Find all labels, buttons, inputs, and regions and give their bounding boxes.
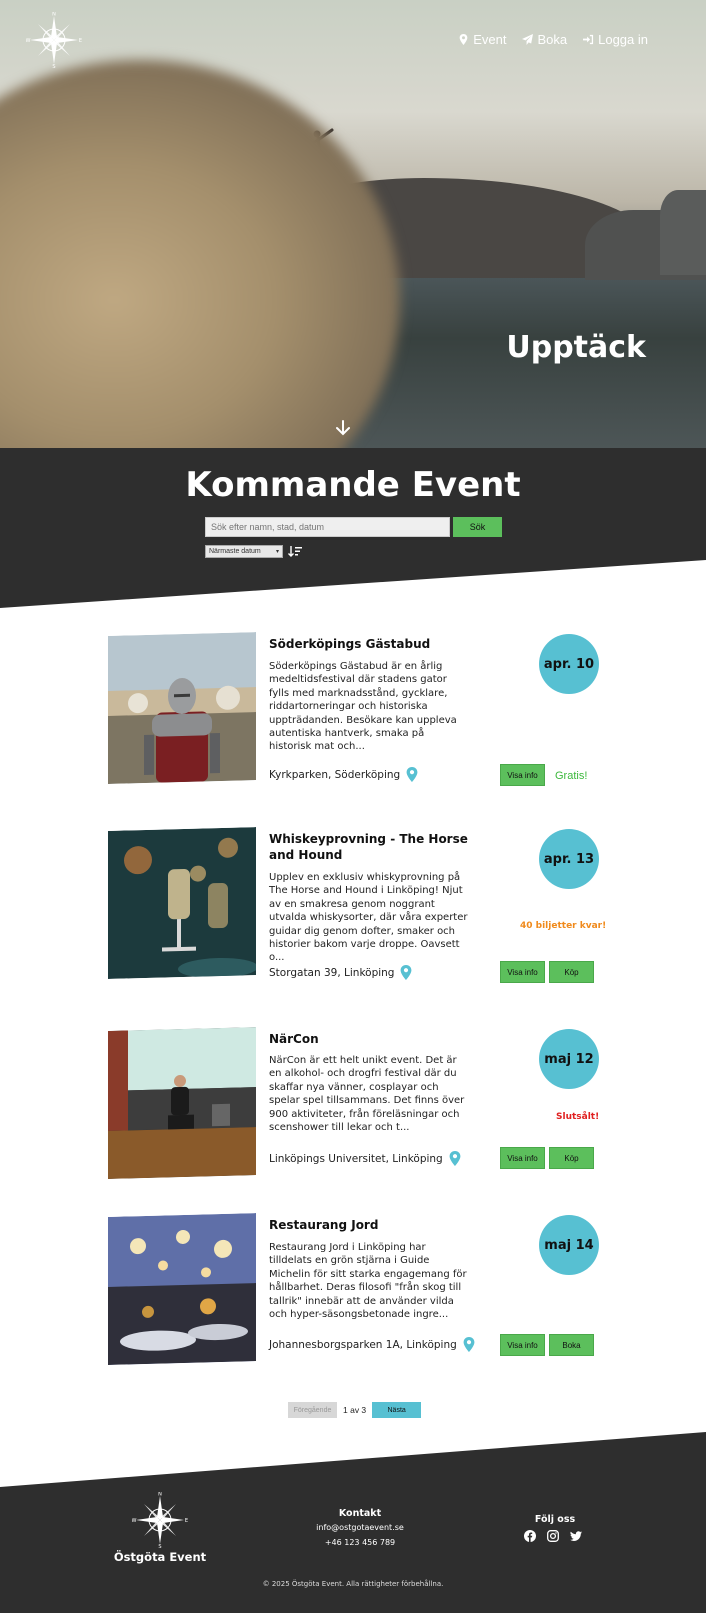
search-input[interactable] [205, 517, 450, 537]
visa-info-button[interactable]: Visa info [500, 764, 545, 786]
svg-text:N: N [158, 1492, 162, 1498]
event-location-text: Kyrkparken, Söderköping [269, 768, 401, 781]
event-date-badge: maj 12 [539, 1029, 599, 1089]
search-button[interactable]: Sök [453, 517, 502, 537]
hero-rock-far [660, 190, 706, 275]
sort-select[interactable]: Närmaste datum ▾ [205, 545, 283, 558]
footer-contact-heading: Kontakt [338, 1508, 382, 1519]
event-description: Söderköpings Gästabud är en årlig medelt… [269, 661, 457, 753]
map-pin-icon[interactable] [406, 767, 418, 782]
status-badge: Gratis! [555, 770, 588, 782]
hero-banner [0, 0, 706, 448]
svg-text:E: E [185, 1518, 188, 1524]
sort-select-value: Närmaste datum [209, 548, 261, 555]
nav-login-label: Logga in [598, 32, 648, 47]
event-location-text: Storgatan 39, Linköping [269, 966, 395, 979]
buy-button[interactable]: Köp [549, 961, 594, 983]
event-date-badge: apr. 10 [539, 634, 599, 694]
event-location-text: Johannesborgsparken 1A, Linköping [269, 1338, 457, 1351]
event-date-badge: apr. 13 [539, 829, 599, 889]
event-card: Söderköpings Gästabud Söderköpings Gästa… [0, 632, 706, 794]
nav-login-link[interactable]: Logga in [583, 32, 648, 47]
event-location: Linköpings Universitet, Linköping [269, 1151, 461, 1166]
svg-text:N: N [52, 12, 56, 18]
event-name[interactable]: Restaurang Jord [269, 1217, 469, 1233]
nav-boka-link[interactable]: Boka [522, 32, 567, 47]
map-pin-icon[interactable] [463, 1337, 475, 1352]
event-description: NärCon är ett helt unikt event. Det är e… [269, 1055, 465, 1134]
prev-page-button[interactable]: Föregående [288, 1402, 337, 1418]
event-card: NärCon NärCon är ett helt unikt event. D… [0, 1027, 706, 1189]
paper-plane-icon [522, 34, 534, 45]
pagination: Föregående 1 av 3 Nästa [288, 1402, 422, 1418]
section-title: Kommande Event [185, 465, 521, 505]
event-location: Kyrkparken, Söderköping [269, 767, 418, 782]
visa-info-button[interactable]: Visa info [500, 1147, 545, 1169]
nav-event-label: Event [473, 32, 507, 47]
footer-phone: +46 123 456 789 [324, 1538, 396, 1547]
svg-text:S: S [158, 1544, 161, 1548]
event-image-whiskey[interactable] [108, 827, 256, 979]
event-location: Johannesborgsparken 1A, Linköping [269, 1337, 475, 1352]
event-description: Upplev en exklusiv whiskyprovning på The… [269, 872, 468, 964]
instagram-icon[interactable] [547, 1530, 559, 1542]
map-pin-icon[interactable] [449, 1151, 461, 1166]
svg-text:E: E [79, 38, 82, 44]
event-name[interactable]: Söderköpings Gästabud [269, 636, 469, 652]
event-location-text: Linköpings Universitet, Linköping [269, 1152, 443, 1165]
footer-email[interactable]: info@ostgotaevent.se [300, 1523, 420, 1532]
nav-boka-label: Boka [537, 32, 568, 47]
event-date-badge: maj 14 [539, 1215, 599, 1275]
main-nav: Event Boka Logga in [458, 32, 648, 47]
visa-info-button[interactable]: Visa info [500, 961, 545, 983]
footer-follow-heading: Följ oss [534, 1514, 576, 1525]
sign-in-icon [583, 34, 594, 45]
book-button[interactable]: Boka [549, 1334, 594, 1356]
event-card: Whiskeyprovning - The Horse and Hound Up… [0, 827, 706, 989]
hero-foreground-rock [0, 60, 400, 448]
sort-order-icon[interactable] [288, 545, 302, 558]
copyright: © 2025 Östgöta Event. Alla rättigheter f… [262, 1580, 444, 1588]
status-badge: 40 biljetter kvar! [520, 921, 607, 931]
visa-info-button[interactable]: Visa info [500, 1334, 545, 1356]
compass-logo-icon: N S W E [132, 1492, 188, 1548]
svg-text:W: W [26, 38, 31, 44]
event-name[interactable]: NärCon [269, 1031, 469, 1047]
event-name[interactable]: Whiskeyprovning - The Horse and Hound [269, 831, 469, 863]
social-links [524, 1530, 582, 1542]
map-pin-icon [459, 34, 468, 45]
event-location: Storgatan 39, Linköping [269, 965, 412, 980]
event-image-knight[interactable] [108, 632, 256, 784]
twitter-icon[interactable] [570, 1530, 582, 1542]
event-image-narcon[interactable] [108, 1027, 256, 1179]
buy-button[interactable]: Köp [549, 1147, 594, 1169]
status-badge: Slutsålt! [556, 1112, 600, 1122]
svg-text:W: W [132, 1518, 137, 1524]
arrow-down-icon[interactable] [336, 420, 350, 436]
event-card: Restaurang Jord Restaurang Jord i Linköp… [0, 1213, 706, 1375]
event-description: Restaurang Jord i Linköping har tilldela… [269, 1242, 467, 1321]
svg-text:S: S [52, 64, 55, 68]
event-image-restaurant[interactable] [108, 1213, 256, 1365]
page-indicator: 1 av 3 [343, 1405, 367, 1415]
map-pin-icon[interactable] [400, 965, 412, 980]
chevron-down-icon: ▾ [275, 549, 279, 555]
compass-logo-icon[interactable]: N S W E [26, 12, 82, 68]
footer-brand: Östgöta Event [113, 1550, 207, 1564]
hero-title: Upptäck [506, 330, 646, 365]
nav-event-link[interactable]: Event [458, 32, 506, 47]
facebook-icon[interactable] [524, 1530, 536, 1542]
next-page-button[interactable]: Nästa [372, 1402, 422, 1418]
